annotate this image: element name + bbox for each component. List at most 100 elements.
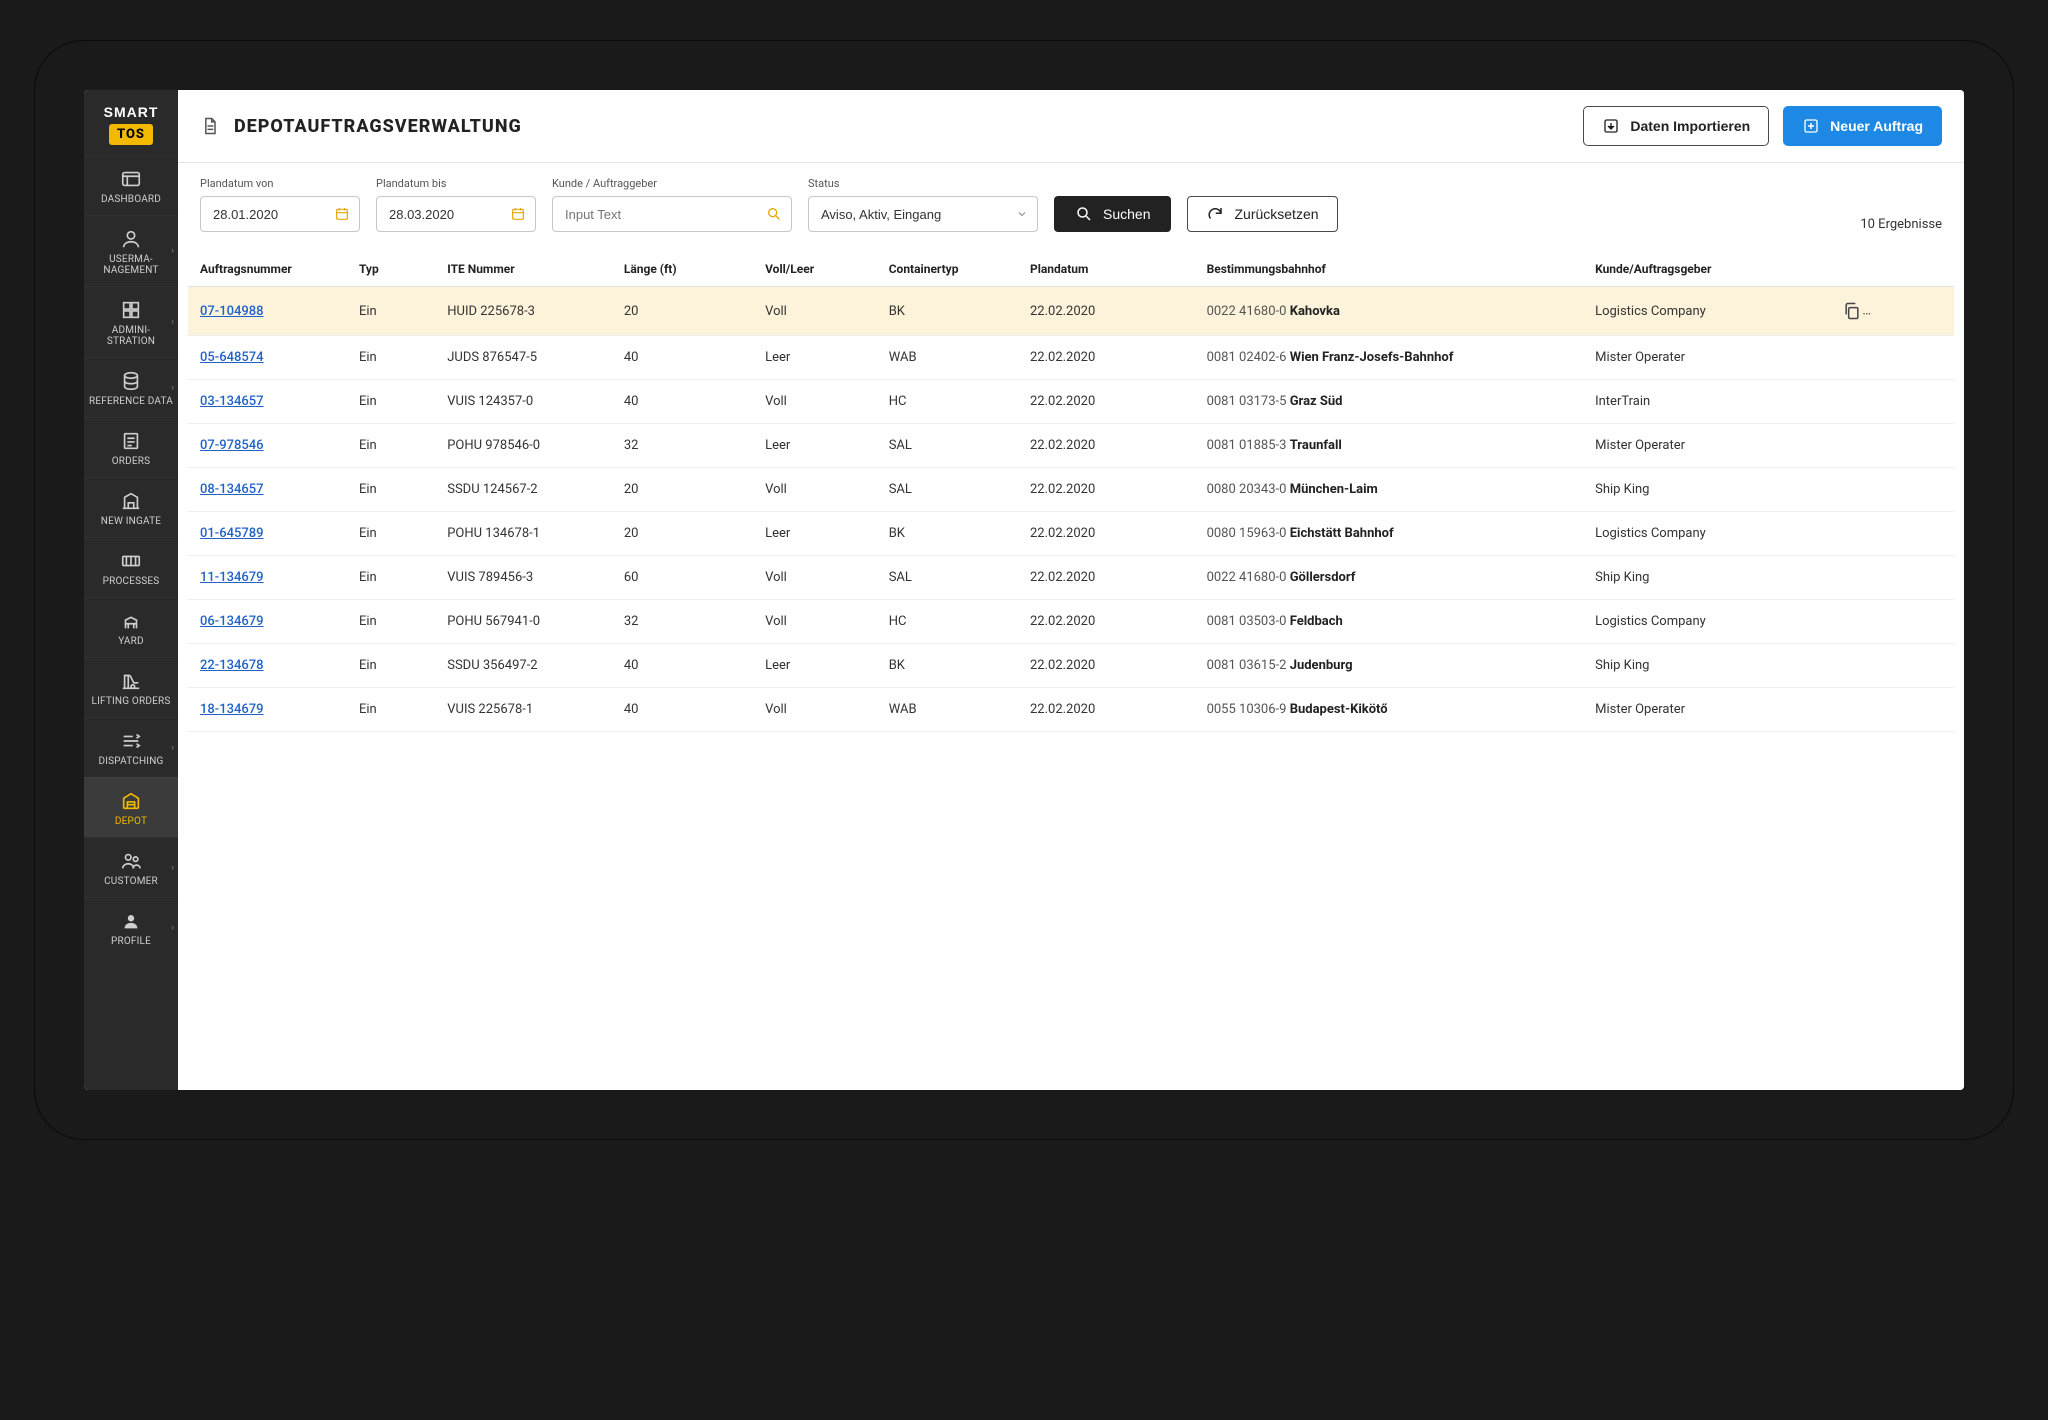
cell-typ: Ein [347,424,435,468]
cell-kunde: Mister Operater [1583,424,1830,468]
col-containertyp[interactable]: Containertyp [877,252,1018,287]
date-from-input[interactable] [200,196,360,232]
order-link[interactable]: 05-648574 [200,350,264,365]
order-link[interactable]: 08-134657 [200,482,264,497]
results-count: 10 Ergebnisse [1860,217,1942,232]
cell-typ: Ein [347,556,435,600]
order-link[interactable]: 18-134679 [200,702,264,717]
order-link[interactable]: 06-134679 [200,614,264,629]
search-button[interactable]: Suchen [1054,196,1171,232]
date-from-label: Plandatum von [200,177,360,190]
cell-plan: 22.02.2020 [1018,688,1195,732]
col-laenge[interactable]: Länge (ft) [612,252,753,287]
order-link[interactable]: 03-134657 [200,394,264,409]
reset-button[interactable]: Zurücksetzen [1187,196,1337,232]
table-row[interactable]: 22-134678EinSSDU 356497-240LeerBK22.02.2… [188,644,1954,688]
chevron-right-icon: › [171,383,174,393]
sidebar-item-reference-data[interactable]: REFERENCE DATA› [84,357,178,417]
copy-icon[interactable] [1842,301,1862,321]
cell-ite: SSDU 124567-2 [435,468,612,512]
cell-ite: VUIS 124357-0 [435,380,612,424]
sidebar-item-profile[interactable]: PROFILE› [84,897,178,957]
cell-ite: VUIS 225678-1 [435,688,612,732]
sidebar-item-label: DISPATCHING [88,756,174,767]
cell-ctyp: BK [877,512,1018,556]
cell-voll: Leer [753,424,877,468]
customer-label: Kunde / Auftraggeber [552,177,792,190]
plus-icon [1802,117,1820,135]
cell-dest: 0081 01885-3 Traunfall [1195,424,1584,468]
import-button[interactable]: Daten Importieren [1583,106,1769,146]
cell-plan: 22.02.2020 [1018,287,1195,336]
hand-cursor-icon [1842,319,1858,336]
sidebar-item-depot[interactable]: DEPOT [84,777,178,837]
cell-ite: HUID 225678-3 [435,287,612,336]
order-link[interactable]: 11-134679 [200,570,264,585]
new-order-button[interactable]: Neuer Auftrag [1783,106,1942,146]
import-icon [1602,117,1620,135]
cell-laenge: 60 [612,556,753,600]
table-row[interactable]: 06-134679EinPOHU 567941-032VollHC22.02.2… [188,600,1954,644]
sidebar-item-admini-stration[interactable]: ADMINI-STRATION› [84,286,178,357]
nav-icon [120,490,142,512]
date-to-input[interactable] [376,196,536,232]
cell-kunde: Ship King [1583,556,1830,600]
brand-bottom: TOS [109,124,153,145]
sidebar-item-label: DASHBOARD [88,194,174,205]
order-link[interactable]: 07-978546 [200,438,264,453]
col-kunde[interactable]: Kunde/Auftragsgeber [1583,252,1830,287]
table-row[interactable]: 05-648574EinJUDS 876547-540LeerWAB22.02.… [188,336,1954,380]
cell-kunde: Mister Operater [1583,688,1830,732]
cell-ctyp: HC [877,380,1018,424]
cell-ctyp: SAL [877,556,1018,600]
sidebar-item-dashboard[interactable]: DASHBOARD [84,155,178,215]
sidebar-item-label: ADMINI-STRATION [88,325,174,347]
order-link[interactable]: 01-645789 [200,526,264,541]
cell-ctyp: SAL [877,468,1018,512]
cell-plan: 22.02.2020 [1018,468,1195,512]
sidebar-item-dispatching[interactable]: DISPATCHING › [84,717,178,777]
col-typ[interactable]: Typ [347,252,435,287]
table-row[interactable]: 03-134657EinVUIS 124357-040VollHC22.02.2… [188,380,1954,424]
sidebar-item-label: CUSTOMER [88,876,174,887]
date-to-field: Plandatum bis [376,177,536,232]
table-row[interactable]: 01-645789EinPOHU 134678-120LeerBK22.02.2… [188,512,1954,556]
table-wrap: Auftragsnummer Typ ITE Nummer Länge (ft)… [178,252,1964,1090]
col-plandatum[interactable]: Plandatum [1018,252,1195,287]
nav-icon [120,299,142,321]
cell-laenge: 40 [612,688,753,732]
col-ite-nummer[interactable]: ITE Nummer [435,252,612,287]
chevron-right-icon: › [171,743,174,753]
nav-icon [120,430,142,452]
sidebar-item-label: ORDERS [88,456,174,467]
sidebar-item-lifting-orders[interactable]: LIFTING ORDERS [84,657,178,717]
sidebar-item-customer[interactable]: CUSTOMER› [84,837,178,897]
sidebar-item-new-ingate[interactable]: NEW INGATE [84,477,178,537]
sidebar-item-processes[interactable]: PROCESSES [84,537,178,597]
nav-icon [120,730,142,752]
order-link[interactable]: 07-104988 [200,304,264,319]
cell-dest: 0081 03503-0 Feldbach [1195,600,1584,644]
col-bestimmungsbahnhof[interactable]: Bestimmungsbahnhof [1195,252,1584,287]
table-row[interactable]: 07-978546EinPOHU 978546-032LeerSAL22.02.… [188,424,1954,468]
table-row[interactable]: 11-134679EinVUIS 789456-360VollSAL22.02.… [188,556,1954,600]
cell-ite: SSDU 356497-2 [435,644,612,688]
status-select[interactable] [808,196,1038,232]
customer-input[interactable] [552,196,792,232]
cell-typ: Ein [347,287,435,336]
sidebar-nav: DASHBOARDUSERMA-NAGEMENT›ADMINI-STRATION… [84,155,178,957]
col-auftragsnummer[interactable]: Auftragsnummer [188,252,347,287]
table-row[interactable]: 18-134679EinVUIS 225678-140VollWAB22.02.… [188,688,1954,732]
cell-kunde: Logistics Company [1583,287,1830,336]
chevron-right-icon: › [171,923,174,933]
orders-table: Auftragsnummer Typ ITE Nummer Länge (ft)… [188,252,1954,732]
sidebar-item-yard[interactable]: YARD [84,597,178,657]
search-icon [1075,205,1093,223]
cell-ctyp: BK [877,644,1018,688]
sidebar-item-orders[interactable]: ORDERS [84,417,178,477]
table-row[interactable]: 07-104988EinHUID 225678-320VollBK22.02.2… [188,287,1954,336]
col-voll-leer[interactable]: Voll/Leer [753,252,877,287]
sidebar-item-userma-nagement[interactable]: USERMA-NAGEMENT› [84,215,178,286]
order-link[interactable]: 22-134678 [200,658,264,673]
table-row[interactable]: 08-134657EinSSDU 124567-220VollSAL22.02.… [188,468,1954,512]
